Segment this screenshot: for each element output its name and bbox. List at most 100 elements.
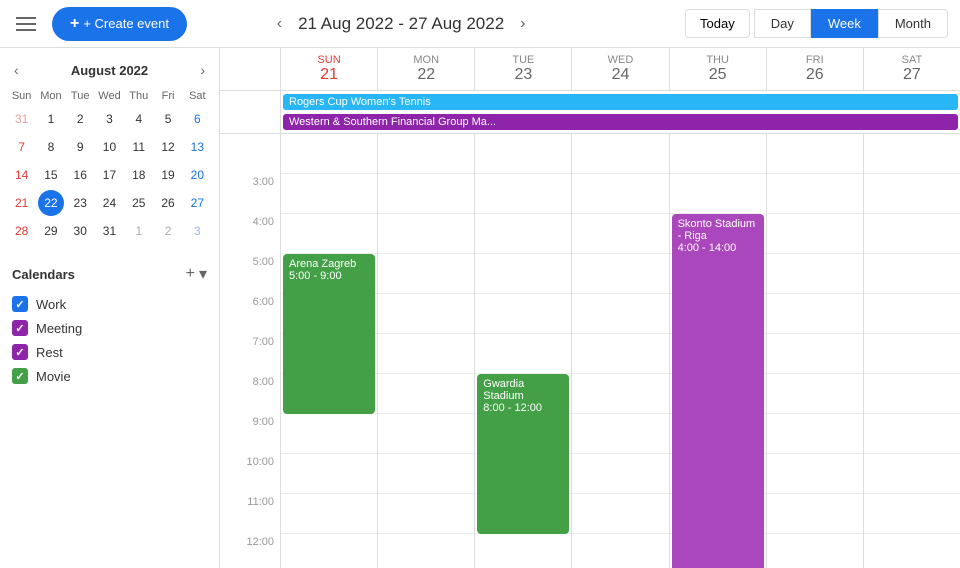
mini-cal-grid: Sun Mon Tue Wed Thu Fri Sat 31 1 2 3 4 5…: [8, 88, 211, 244]
day-header-sun: SUN 21: [280, 48, 377, 90]
day-col-thu[interactable]: Skonto Stadium - Riga4:00 - 14:00: [669, 134, 766, 568]
calendars-section-header: Calendars + ▾: [8, 260, 211, 292]
mini-cal-header: ‹ August 2022 ›: [8, 60, 211, 80]
next-week-button[interactable]: ›: [512, 11, 533, 37]
nav-area: ‹ 21 Aug 2022 - 27 Aug 2022 ›: [269, 11, 534, 37]
calendar-item-work[interactable]: ✓ Work: [8, 292, 211, 316]
mini-cal-day[interactable]: 6: [184, 106, 210, 132]
mini-cal-day[interactable]: 4: [126, 106, 152, 132]
expand-calendars-button[interactable]: ▾: [199, 264, 207, 284]
mini-cal-day[interactable]: 30: [67, 218, 93, 244]
event-arena-zagreb[interactable]: Arena Zagreb5:00 - 9:00: [283, 254, 375, 414]
main-layout: ‹ August 2022 › Sun Mon Tue Wed Thu Fri …: [0, 48, 960, 568]
mini-cal-day[interactable]: 26: [155, 190, 181, 216]
sidebar: ‹ August 2022 › Sun Mon Tue Wed Thu Fri …: [0, 48, 220, 568]
day-header-thu: THU 25: [669, 48, 766, 90]
mini-cal-day[interactable]: 19: [155, 162, 181, 188]
add-calendar-button[interactable]: +: [186, 264, 195, 284]
calendar-checkbox-movie[interactable]: ✓: [12, 368, 28, 384]
time-column: 3:00 4:00 5:00 6:00 7:00 8:00 9:00 10:00…: [220, 134, 280, 568]
event-skonto-stadium[interactable]: Skonto Stadium - Riga4:00 - 14:00: [672, 214, 764, 568]
mini-cal-day[interactable]: 20: [184, 162, 210, 188]
mini-calendar: ‹ August 2022 › Sun Mon Tue Wed Thu Fri …: [8, 60, 211, 244]
calendar-item-rest[interactable]: ✓ Rest: [8, 340, 211, 364]
mini-cal-day[interactable]: 9: [67, 134, 93, 160]
mini-cal-day[interactable]: 21: [9, 190, 35, 216]
today-button[interactable]: Today: [685, 9, 750, 38]
day-header-tue: TUE 23: [474, 48, 571, 90]
prev-week-button[interactable]: ‹: [269, 11, 290, 37]
day-col-wed[interactable]: [571, 134, 668, 568]
mini-cal-day[interactable]: 5: [155, 106, 181, 132]
allday-event-western[interactable]: Western & Southern Financial Group Ma...: [283, 114, 958, 130]
mini-cal-day[interactable]: 12: [155, 134, 181, 160]
allday-row: Rogers Cup Women's Tennis Western & Sout…: [220, 91, 960, 134]
calendar-label-rest: Rest: [36, 345, 63, 360]
calendar-label-movie: Movie: [36, 369, 71, 384]
mini-cal-day[interactable]: 24: [96, 190, 122, 216]
mini-cal-day[interactable]: 7: [9, 134, 35, 160]
mini-cal-day[interactable]: 16: [67, 162, 93, 188]
mini-cal-day[interactable]: 28: [9, 218, 35, 244]
mini-cal-day[interactable]: 3: [96, 106, 122, 132]
day-header-mon: MON 22: [377, 48, 474, 90]
calendar-item-movie[interactable]: ✓ Movie: [8, 364, 211, 388]
mini-cal-day[interactable]: 31: [9, 106, 35, 132]
mini-cal-day[interactable]: 2: [67, 106, 93, 132]
mini-cal-day[interactable]: 23: [67, 190, 93, 216]
day-header-fri: FRI 26: [766, 48, 863, 90]
calendars-title: Calendars: [12, 267, 75, 282]
mini-cal-day[interactable]: 1: [38, 106, 64, 132]
allday-gutter: [220, 91, 280, 133]
day-header-sat: SAT 27: [863, 48, 960, 90]
day-col-tue[interactable]: Gwardia Stadium8:00 - 12:00: [474, 134, 571, 568]
mini-cal-day[interactable]: 29: [38, 218, 64, 244]
mini-cal-day[interactable]: 31: [96, 218, 122, 244]
day-header-wed: WED 24: [571, 48, 668, 90]
mini-cal-prev[interactable]: ‹: [8, 60, 25, 80]
days-grid: Arena Zagreb5:00 - 9:00: [280, 134, 960, 568]
mini-cal-day[interactable]: 13: [184, 134, 210, 160]
view-buttons: Today Day Week Month: [685, 9, 948, 38]
day-col-sun[interactable]: Arena Zagreb5:00 - 9:00: [280, 134, 377, 568]
top-bar: + + Create event ‹ 21 Aug 2022 - 27 Aug …: [0, 0, 960, 48]
mini-cal-day[interactable]: 10: [96, 134, 122, 160]
mini-cal-day[interactable]: 1: [126, 218, 152, 244]
time-gutter-header: [220, 48, 280, 90]
allday-cells: Rogers Cup Women's Tennis Western & Sout…: [280, 91, 960, 133]
month-view-button[interactable]: Month: [878, 9, 948, 38]
mini-cal-day[interactable]: 2: [155, 218, 181, 244]
week-view-button[interactable]: Week: [811, 9, 878, 38]
mini-cal-day[interactable]: 8: [38, 134, 64, 160]
calendar-main: SUN 21 MON 22 TUE 23 WED 24 THU 25 FRI 2…: [220, 48, 960, 568]
menu-icon[interactable]: [12, 13, 40, 35]
allday-event-rogers[interactable]: Rogers Cup Women's Tennis: [283, 94, 958, 110]
time-grid[interactable]: 3:00 4:00 5:00 6:00 7:00 8:00 9:00 10:00…: [220, 134, 960, 568]
day-col-mon[interactable]: [377, 134, 474, 568]
mini-cal-day[interactable]: 15: [38, 162, 64, 188]
create-event-button[interactable]: + + Create event: [52, 7, 187, 41]
mini-cal-day[interactable]: 17: [96, 162, 122, 188]
day-col-sat[interactable]: [863, 134, 960, 568]
calendar-item-meeting[interactable]: ✓ Meeting: [8, 316, 211, 340]
mini-cal-day-today[interactable]: 22: [38, 190, 64, 216]
time-grid-inner: 3:00 4:00 5:00 6:00 7:00 8:00 9:00 10:00…: [220, 134, 960, 568]
event-gwardia-stadium[interactable]: Gwardia Stadium8:00 - 12:00: [477, 374, 569, 534]
mini-cal-day[interactable]: 3: [184, 218, 210, 244]
week-title: 21 Aug 2022 - 27 Aug 2022: [298, 14, 504, 34]
day-view-button[interactable]: Day: [754, 9, 811, 38]
mini-cal-next[interactable]: ›: [194, 60, 211, 80]
mini-cal-day[interactable]: 18: [126, 162, 152, 188]
mini-cal-title: August 2022: [71, 63, 148, 78]
mini-cal-day[interactable]: 27: [184, 190, 210, 216]
mini-cal-day[interactable]: 25: [126, 190, 152, 216]
calendar-label-meeting: Meeting: [36, 321, 82, 336]
calendar-checkbox-meeting[interactable]: ✓: [12, 320, 28, 336]
mini-cal-day[interactable]: 11: [126, 134, 152, 160]
mini-cal-day[interactable]: 14: [9, 162, 35, 188]
calendar-checkbox-rest[interactable]: ✓: [12, 344, 28, 360]
calendar-label-work: Work: [36, 297, 66, 312]
day-col-fri[interactable]: [766, 134, 863, 568]
day-headers: SUN 21 MON 22 TUE 23 WED 24 THU 25 FRI 2…: [220, 48, 960, 91]
calendar-checkbox-work[interactable]: ✓: [12, 296, 28, 312]
